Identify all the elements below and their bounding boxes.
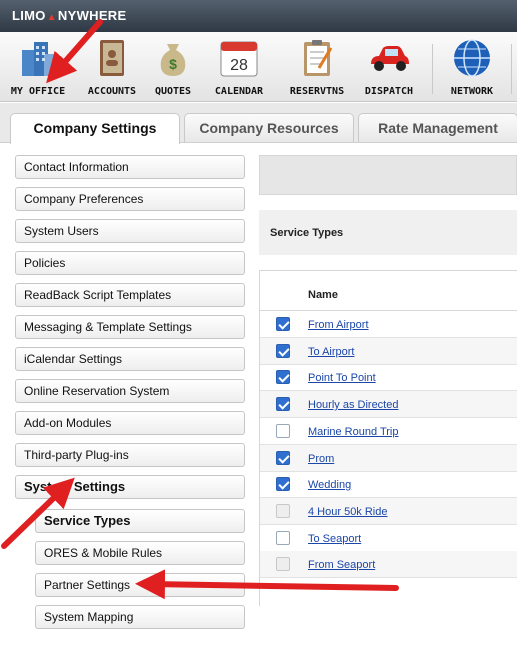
arrow-to-partner-settings — [135, 569, 399, 600]
annotation-arrows — [1, 19, 399, 600]
arrow-to-system-settings — [1, 477, 75, 549]
arrow-to-my-office — [46, 19, 103, 84]
